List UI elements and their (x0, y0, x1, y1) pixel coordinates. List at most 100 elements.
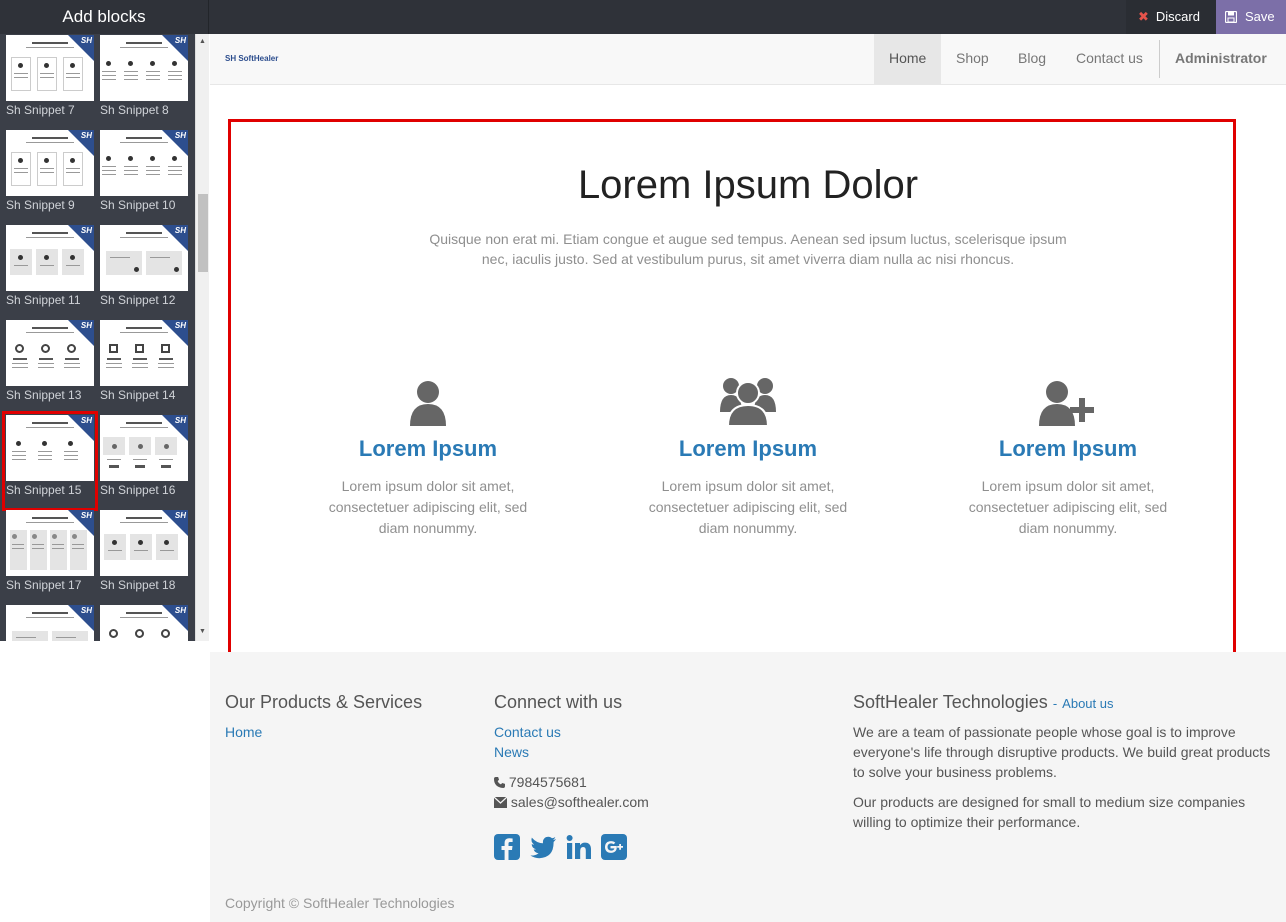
snippet-thumbnail: SH (100, 320, 188, 386)
snippet-label: Sh Snippet 10 (100, 198, 176, 212)
feature-column: Lorem Ipsum Lorem ipsum dolor sit amet, … (318, 370, 538, 539)
snippet-thumbnail: SH (6, 130, 94, 196)
snippet-thumbnail: SH (6, 605, 94, 641)
snippet-label: Sh Snippet 12 (100, 293, 176, 307)
snippet-block[interactable]: SH Sh Snippet 13 (6, 320, 94, 412)
about-paragraph-1: We are a team of passionate people whose… (853, 724, 1271, 780)
snippet-block[interactable]: SH Sh Snippet 8 (100, 35, 188, 127)
close-icon: ✖ (1138, 9, 1149, 24)
feature-title: Lorem Ipsum (678, 436, 818, 461)
snippet-label: Sh Snippet 18 (100, 578, 176, 592)
social-links (494, 834, 627, 865)
feature-title: Lorem Ipsum (998, 436, 1138, 461)
snippet-label: Sh Snippet 17 (6, 578, 82, 592)
nav-item-blog[interactable]: Blog (1003, 34, 1061, 84)
snippet-badge-text: SH (80, 226, 92, 235)
scrollbar-thumb[interactable] (198, 194, 208, 272)
sidebar-scrollbar[interactable]: ▲ ▼ (195, 34, 209, 641)
snippet-badge-text: SH (174, 36, 186, 45)
snippet-block[interactable]: SH Sh Snippet 10 (100, 130, 188, 222)
snippet-badge-text: SH (174, 511, 186, 520)
footer-link-news[interactable]: News (494, 744, 529, 760)
snippet-label: Sh Snippet 13 (6, 388, 82, 402)
snippet-badge-text: SH (174, 416, 186, 425)
products-heading: Our Products & Services (225, 692, 423, 712)
feature-column: Lorem Ipsum Lorem ipsum dolor sit amet, … (638, 370, 858, 539)
snippet-badge-text: SH (80, 606, 92, 615)
snippet-thumbnail: SH (100, 510, 188, 576)
snippet-thumbnail: SH (6, 35, 94, 101)
snippet-thumbnail: SH (6, 415, 94, 481)
footer-link-home[interactable]: Home (225, 724, 262, 740)
add-blocks-title: Add blocks (0, 0, 209, 34)
site-footer: Our Products & Services Home Connect wit… (210, 652, 1286, 922)
feature-column: Lorem Ipsum Lorem ipsum dolor sit amet, … (958, 370, 1178, 539)
user-menu[interactable]: Administrator (1160, 34, 1286, 108)
hero-subtitle: Quisque non erat mi. Etiam congue et aug… (429, 231, 1067, 267)
envelope-icon (493, 796, 508, 808)
floppy-disk-icon (1224, 10, 1238, 24)
users-icon (638, 370, 858, 426)
site-logo[interactable]: SH SoftHealer (225, 54, 278, 63)
snippet-block[interactable]: SH Sh Snippet 11 (6, 225, 94, 317)
snippet-badge-text: SH (80, 511, 92, 520)
snippet-block[interactable]: SH Sh Snippet 7 (6, 35, 94, 127)
snippet-panel: SH Sh Snippet 7 SH Sh Snippet 8 SH Sh Snippet… (0, 34, 209, 641)
snippet-label: Sh Snippet 7 (6, 103, 75, 117)
save-button[interactable]: Save (1216, 0, 1286, 34)
snippet-thumbnail: SH (6, 510, 94, 576)
snippet-block[interactable]: SH (100, 605, 188, 641)
snippet-badge-text: SH (174, 321, 186, 330)
snippet-block[interactable]: SH Sh Snippet 9 (6, 130, 94, 222)
site-navbar: SH SoftHealer Home Shop Blog Contact us … (210, 34, 1286, 108)
feature-text: Lorem ipsum dolor sit amet, consectetuer… (648, 478, 848, 536)
snippet-block[interactable]: SH Sh Snippet 18 (100, 510, 188, 602)
snippet-thumbnail: SH (100, 35, 188, 101)
snippet-block[interactable]: SH Sh Snippet 17 (6, 510, 94, 602)
twitter-icon[interactable] (529, 834, 557, 865)
snippet-badge-text: SH (174, 606, 186, 615)
snippet-block[interactable]: SH Sh Snippet 15 (2, 411, 98, 511)
snippet-label: Sh Snippet 8 (100, 103, 169, 117)
phone-number: 7984575681 (508, 774, 587, 790)
nav-item-home[interactable]: Home (874, 34, 942, 84)
google-plus-icon[interactable] (601, 834, 627, 865)
user-name: Administrator (1175, 50, 1267, 66)
email-line: sales@softhealer.com (493, 792, 649, 812)
about-us-link[interactable]: About us (1062, 696, 1113, 711)
snippet-badge-text: SH (174, 226, 186, 235)
user-plus-icon (958, 370, 1178, 426)
phone-line: 7984575681 (494, 772, 587, 792)
snippet-label: Sh Snippet 14 (100, 388, 176, 402)
company-heading: SoftHealer Technologies - About us (853, 692, 1114, 713)
discard-button[interactable]: ✖ Discard (1126, 0, 1216, 34)
scroll-down-icon[interactable]: ▼ (199, 628, 206, 635)
editor-topbar: Add blocks ✖ Discard Save (0, 0, 1286, 34)
discard-label: Discard (1155, 9, 1200, 24)
footer-link-contact[interactable]: Contact us (494, 724, 561, 740)
snippet-badge-text: SH (80, 36, 92, 45)
snippet-block[interactable]: SH Sh Snippet 12 (100, 225, 188, 317)
nav-item-shop[interactable]: Shop (941, 34, 1004, 84)
hero-title: Lorem Ipsum Dolor (577, 163, 919, 207)
about-dash: - (1052, 696, 1058, 711)
copyright: Copyright © SoftHealer Technologies (225, 895, 455, 911)
nav-item-contact[interactable]: Contact us (1061, 34, 1158, 84)
email-address: sales@softhealer.com (510, 794, 649, 810)
snippet-label: Sh Snippet 16 (100, 483, 176, 497)
snippet-block[interactable]: SH (6, 605, 94, 641)
snippet-thumbnail: SH (100, 415, 188, 481)
scroll-up-icon[interactable]: ▲ (199, 38, 206, 45)
snippet-thumbnail: SH (6, 320, 94, 386)
snippet-block[interactable]: SH Sh Snippet 14 (100, 320, 188, 412)
snippet-badge-text: SH (80, 321, 92, 330)
facebook-icon[interactable] (494, 834, 520, 865)
linkedin-icon[interactable] (566, 834, 592, 865)
phone-icon (494, 777, 505, 788)
snippet-badge-text: SH (80, 131, 92, 140)
snippet-label: Sh Snippet 9 (6, 198, 75, 212)
feature-text: Lorem ipsum dolor sit amet, consectetuer… (968, 478, 1168, 536)
user-icon (318, 370, 538, 426)
about-paragraph-2: Our products are designed for small to m… (853, 794, 1246, 830)
snippet-block[interactable]: SH Sh Snippet 16 (100, 415, 188, 507)
